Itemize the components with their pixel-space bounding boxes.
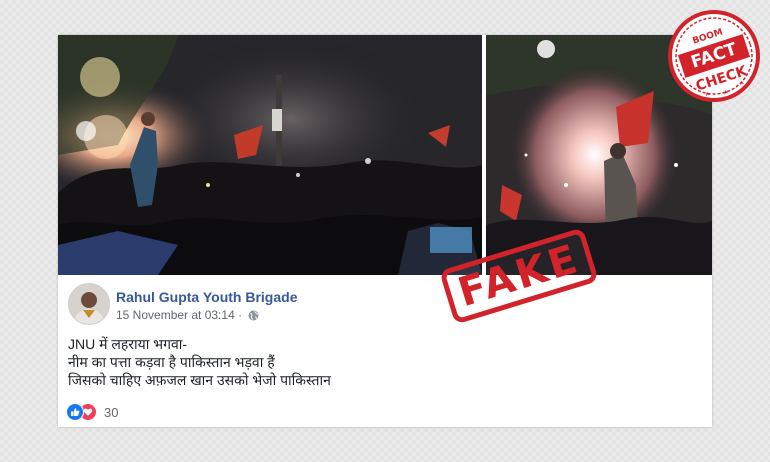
globe-icon[interactable] — [248, 310, 259, 321]
author-avatar[interactable] — [68, 283, 110, 325]
reaction-count[interactable]: 30 — [104, 405, 118, 420]
like-reaction-icon — [66, 403, 84, 421]
post-text-line: JNU में लहराया भगवा- — [68, 336, 188, 352]
post-text-line: जिसको चाहिए अफ़जल खान उसको भेजो पाकिस्ता… — [68, 372, 331, 388]
post-body: JNU में लहराया भगवा- नीम का पत्ता कड़वा … — [68, 335, 488, 389]
crowd-photo-left — [58, 35, 482, 275]
post-timestamp[interactable]: 15 November at 03:14 — [116, 308, 235, 322]
post-meta: 15 November at 03:14 · — [116, 308, 259, 322]
boom-fact-check-badge: BOOM FACT CHECK — [668, 10, 760, 102]
facebook-post-card: Rahul Gupta Youth Brigade 15 November at… — [58, 35, 712, 427]
post-text-line: नीम का पत्ता कड़वा है पाकिस्तान भड़वा है… — [68, 354, 275, 370]
author-name-link[interactable]: Rahul Gupta Youth Brigade — [116, 289, 298, 305]
